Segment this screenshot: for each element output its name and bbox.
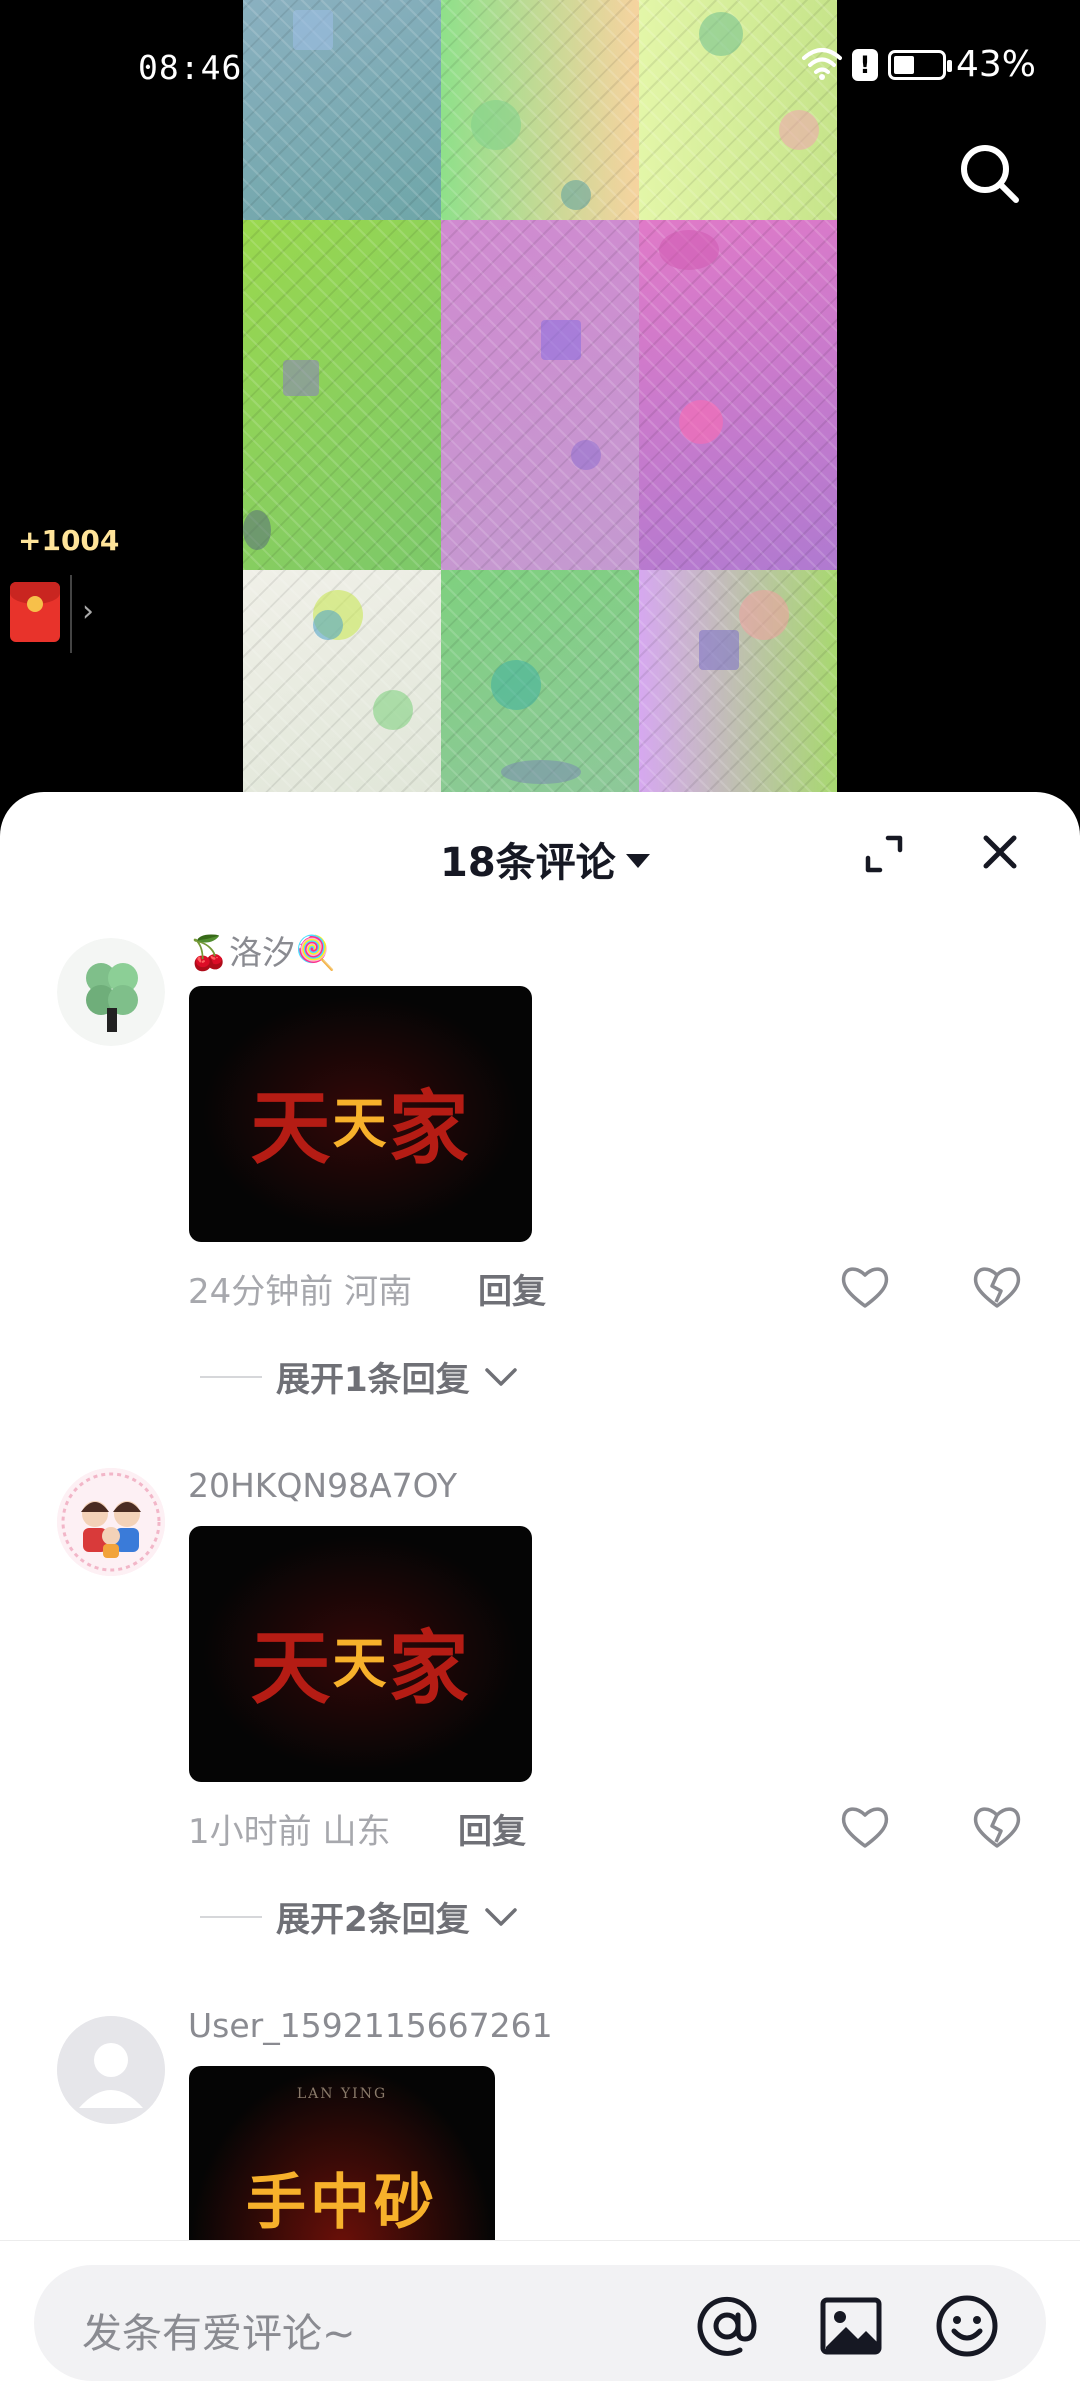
alert-icon: ! — [851, 48, 878, 81]
comment-location: 山东 — [322, 1812, 391, 1852]
username[interactable]: 20HKQN98A7OY — [188, 1466, 457, 1505]
comment-image-text: 手中砂 — [246, 2168, 438, 2238]
status-time: 08:46 — [138, 48, 243, 87]
username[interactable]: 🍒洛汐🍭 — [188, 926, 336, 974]
comment-time: 24分钟前 — [188, 1272, 334, 1312]
broken-heart-icon[interactable] — [972, 1264, 1022, 1310]
sheet-header: 18条评论 — [0, 792, 1080, 912]
image-icon[interactable] — [818, 2293, 884, 2359]
battery-percent: 43% — [955, 44, 1036, 85]
expand-icon[interactable] — [862, 832, 906, 876]
expand-replies-button[interactable]: 展开2条回复 — [200, 1892, 518, 1941]
broken-heart-icon[interactable] — [972, 1804, 1022, 1850]
avatar[interactable] — [57, 1468, 165, 1576]
expand-replies-button[interactable]: 展开1条回复 — [200, 1352, 518, 1401]
comment-time: 1小时前 — [188, 1812, 312, 1852]
chevron-right-icon[interactable]: › — [82, 594, 94, 629]
divider — [200, 1915, 262, 1918]
reward-amount: +1004 — [18, 524, 120, 557]
close-icon[interactable] — [978, 830, 1022, 874]
comment-location: 河南 — [344, 1272, 413, 1312]
red-packet-icon[interactable] — [10, 582, 60, 642]
comments-title: 18条评论 — [440, 840, 616, 886]
reply-button[interactable]: 回复 — [458, 1804, 526, 1853]
battery-level — [893, 55, 914, 74]
divider — [200, 1375, 262, 1378]
heart-icon[interactable] — [840, 1804, 890, 1850]
comment-meta: 1小时前 山东 — [188, 1804, 390, 1853]
comment-image[interactable]: 天天家 — [189, 1526, 532, 1782]
comment-image-caption: LAN YING — [296, 2086, 388, 2102]
divider — [70, 575, 72, 653]
avatar[interactable] — [57, 938, 165, 1046]
avatar[interactable] — [57, 2016, 165, 2124]
chevron-down-icon — [484, 1357, 518, 1397]
comment-image-text: 天天家 — [250, 1081, 471, 1175]
heart-icon[interactable] — [840, 1264, 890, 1310]
comment-input[interactable]: 发条有爱评论~ — [34, 2265, 1046, 2381]
username[interactable]: User_1592115667261 — [188, 2006, 553, 2045]
comment-meta: 24分钟前 河南 — [188, 1264, 412, 1313]
comments-sheet: 18条评论 🍒洛汐🍭 天天家 24分钟前 河南 回复 展开1条回复 20HKQN… — [0, 792, 1080, 2400]
expand-replies-label: 展开2条回复 — [276, 1900, 470, 1940]
comment-input-placeholder: 发条有爱评论~ — [82, 2311, 356, 2357]
emoji-icon[interactable] — [934, 2293, 1000, 2359]
status-icons: ! 43% — [801, 44, 1036, 85]
battery-icon — [887, 49, 952, 80]
wifi-icon — [801, 46, 842, 84]
at-icon[interactable] — [694, 2293, 760, 2359]
chevron-down-icon — [484, 1897, 518, 1937]
caret-down-icon — [625, 854, 650, 868]
reply-button[interactable]: 回复 — [478, 1264, 546, 1313]
status-bar: 08:46 ! 43% — [0, 0, 1080, 130]
comment-image[interactable]: 天天家 — [189, 986, 532, 1242]
comment-image-text: 天天家 — [250, 1621, 471, 1715]
comment-input-bar: 发条有爱评论~ — [0, 2240, 1080, 2400]
search-icon[interactable] — [958, 142, 1022, 206]
comments-title-dropdown[interactable]: 18条评论 — [440, 830, 650, 888]
expand-replies-label: 展开1条回复 — [276, 1360, 470, 1400]
